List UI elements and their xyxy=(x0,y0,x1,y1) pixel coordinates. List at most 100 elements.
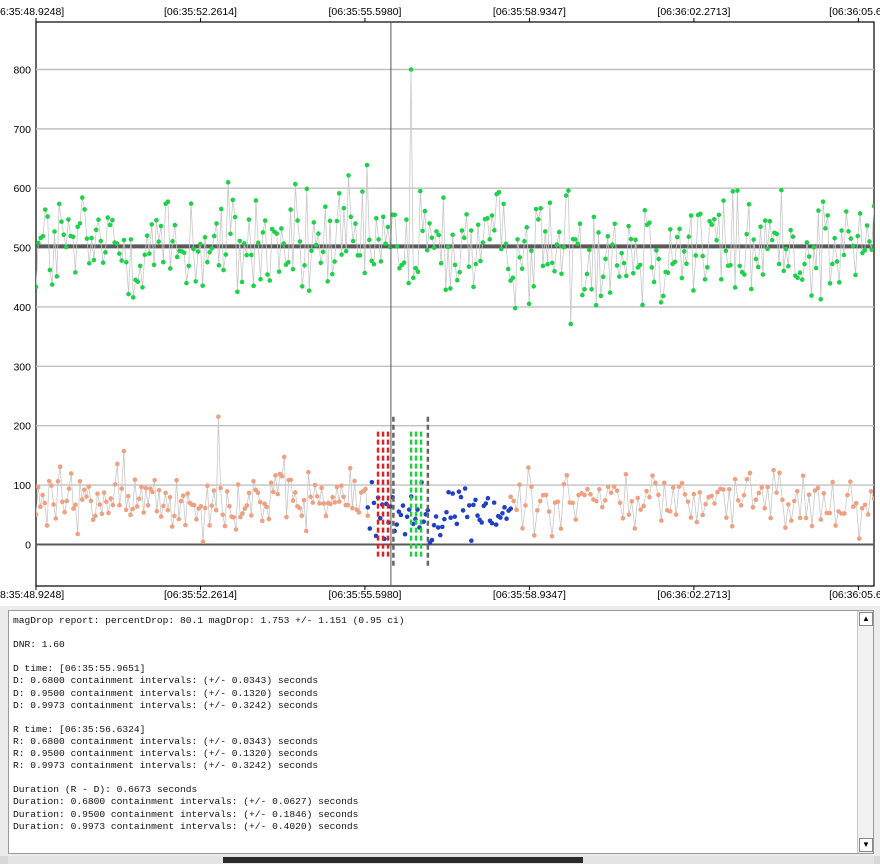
report-text[interactable]: magDrop report: percentDrop: 80.1 magDro… xyxy=(13,615,853,849)
target-series-point xyxy=(549,533,555,539)
light-curve-chart[interactable]: 0 100 200 300 400 500 600 700 800 6:35:48.9248] 8:… xyxy=(0,0,880,606)
comparison-series-point xyxy=(452,262,458,268)
comparison-series-point xyxy=(580,292,585,298)
target-series-point xyxy=(178,498,184,504)
comparison-series-point xyxy=(677,226,682,232)
target-series-point xyxy=(227,503,232,509)
comparison-series-point xyxy=(818,297,824,302)
horizontal-scrollbar-thumb[interactable] xyxy=(223,857,583,863)
target-series-point xyxy=(508,494,514,500)
target-series-point xyxy=(266,516,272,522)
comparison-series-point xyxy=(221,267,226,273)
comparison-series-point xyxy=(228,231,233,237)
comparison-series-point xyxy=(762,218,768,223)
target-series-point xyxy=(117,502,122,508)
comparison-series-point xyxy=(781,268,787,274)
comparison-series-point xyxy=(436,232,442,238)
comparison-series-point xyxy=(610,242,615,247)
scroll-up-arrow-icon[interactable]: ▲ xyxy=(859,612,873,626)
comparison-series-point xyxy=(415,269,421,274)
comparison-series-point xyxy=(84,236,90,241)
comparison-series-point xyxy=(522,238,527,244)
target-series-point xyxy=(659,518,664,523)
comparison-series-point xyxy=(867,239,872,244)
comparison-series-point xyxy=(311,220,317,225)
comparison-series-point xyxy=(624,273,629,279)
target-series-point xyxy=(319,485,324,491)
comparison-series-point xyxy=(327,218,333,224)
comparison-series-point xyxy=(839,228,844,233)
target-series-point xyxy=(57,464,63,469)
comparison-series-point xyxy=(841,252,847,258)
event-series-point xyxy=(469,538,474,543)
comparison-series-point xyxy=(242,241,247,246)
comparison-series-point xyxy=(790,234,796,239)
target-series-point xyxy=(747,470,753,476)
target-series-point xyxy=(774,490,779,495)
target-series-point xyxy=(564,473,570,478)
target-series-point xyxy=(244,503,250,508)
comparison-series-point xyxy=(475,222,481,228)
target-series-point xyxy=(167,494,173,500)
comparison-series-point xyxy=(253,198,259,203)
target-series-point xyxy=(756,490,762,496)
comparison-series-point xyxy=(376,237,381,242)
report-vertical-scrollbar[interactable]: ▲ ▼ xyxy=(857,611,873,853)
comparison-series-point xyxy=(265,272,270,277)
comparison-series-point xyxy=(251,283,256,289)
comparison-series-point xyxy=(295,218,300,223)
comparison-series-point xyxy=(834,259,840,264)
comparison-series-point xyxy=(848,236,854,241)
target-series-point xyxy=(108,496,113,501)
target-series-point xyxy=(323,513,329,519)
comparison-series-point xyxy=(640,302,645,308)
target-series-point xyxy=(514,507,519,513)
report-line: R time: [06:35:56.6324] xyxy=(13,723,146,735)
comparison-series-point xyxy=(552,268,557,274)
comparison-series-point xyxy=(573,237,578,242)
comparison-series-point xyxy=(765,246,770,252)
x-tick-label-top: [06:36:02.2713] xyxy=(657,6,730,18)
comparison-series-point xyxy=(714,237,719,243)
target-series-point xyxy=(800,473,806,479)
comparison-series-point xyxy=(378,259,384,264)
target-series-point xyxy=(332,500,338,505)
comparison-series-point xyxy=(797,270,803,276)
target-series-point xyxy=(97,502,103,507)
target-series-point xyxy=(555,499,561,505)
y-tick-label: 100 xyxy=(13,480,31,492)
target-series-point xyxy=(780,497,785,503)
target-series-point xyxy=(310,500,316,505)
target-series-point xyxy=(198,503,204,509)
comparison-series-point xyxy=(306,288,312,294)
event-series-point xyxy=(394,522,400,527)
scroll-down-arrow-icon[interactable]: ▼ xyxy=(859,838,873,852)
comparison-series-point xyxy=(559,271,564,277)
comparison-series-point xyxy=(755,264,761,270)
target-series-point xyxy=(317,501,322,506)
target-series-point xyxy=(818,517,824,522)
target-series-point xyxy=(279,473,285,479)
light-curve-panel[interactable]: 0 100 200 300 400 500 600 700 800 6:35:48.9248] 8:… xyxy=(0,0,880,606)
comparison-series-point xyxy=(86,260,92,266)
event-series-point xyxy=(433,514,439,519)
y-tick-label: 300 xyxy=(13,361,31,373)
target-series-point xyxy=(77,478,83,484)
target-series-point xyxy=(635,495,641,501)
target-series-point xyxy=(183,522,188,528)
comparison-series-point xyxy=(591,214,597,220)
comparison-series-point xyxy=(387,244,393,250)
comparison-series-point xyxy=(290,266,296,272)
target-series-point xyxy=(833,523,838,528)
target-series-point xyxy=(685,499,691,504)
comparison-series-point xyxy=(612,221,618,227)
target-series-point xyxy=(653,480,658,486)
comparison-series-point xyxy=(658,300,664,305)
target-series-point xyxy=(570,500,576,506)
comparison-series-point xyxy=(154,218,159,223)
comparison-series-point xyxy=(698,211,703,217)
report-horizontal-scrollbar[interactable] xyxy=(8,856,874,864)
comparison-series-point xyxy=(478,258,483,264)
target-series-point xyxy=(356,510,362,515)
target-series-point xyxy=(75,531,81,537)
